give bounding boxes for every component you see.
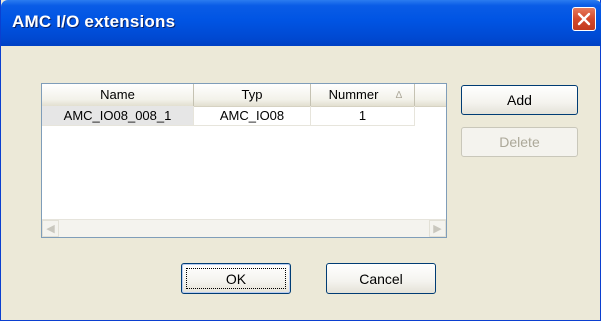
close-x-icon	[577, 12, 591, 26]
table-row[interactable]: AMC_IO08_008_1 AMC_IO08 1	[42, 106, 446, 126]
cell-typ[interactable]: AMC_IO08	[194, 106, 311, 126]
cell-name[interactable]: AMC_IO08_008_1	[42, 106, 194, 126]
dialog-window: AMC I/O extensions Name Typ Nummer ∆ AMC…	[0, 0, 601, 321]
column-header-nummer[interactable]: Nummer ∆	[311, 84, 415, 106]
scroll-left-button[interactable]: ◀	[42, 220, 59, 237]
column-header-filler	[415, 84, 446, 106]
sort-ascending-icon: ∆	[395, 90, 402, 101]
add-button-label: Add	[507, 92, 532, 108]
column-header-label: Nummer	[328, 87, 379, 102]
cancel-button-label: Cancel	[359, 270, 403, 287]
column-header-typ[interactable]: Typ	[194, 84, 311, 106]
list-header: Name Typ Nummer ∆	[42, 84, 446, 107]
title-bar[interactable]: AMC I/O extensions	[1, 0, 601, 46]
ok-button[interactable]: OK	[181, 263, 291, 294]
horizontal-scrollbar[interactable]: ◀ ▶	[42, 219, 446, 237]
delete-button[interactable]: Delete	[461, 127, 578, 157]
arrow-left-icon: ◀	[46, 222, 55, 235]
column-header-name[interactable]: Name	[42, 84, 194, 106]
add-button[interactable]: Add	[461, 85, 578, 115]
column-header-label: Typ	[241, 87, 263, 102]
cell-nummer[interactable]: 1	[311, 106, 415, 126]
column-header-label: Name	[100, 87, 135, 102]
focus-rectangle	[186, 268, 286, 289]
dialog-client-area: Name Typ Nummer ∆ AMC_IO08_008_1 AMC_IO0…	[4, 46, 598, 318]
cancel-button[interactable]: Cancel	[326, 263, 436, 294]
close-button[interactable]	[572, 7, 596, 31]
arrow-right-icon: ▶	[433, 222, 442, 235]
scroll-right-button[interactable]: ▶	[429, 220, 446, 237]
io-extensions-list[interactable]: Name Typ Nummer ∆ AMC_IO08_008_1 AMC_IO0…	[41, 83, 447, 238]
window-title: AMC I/O extensions	[12, 12, 176, 31]
delete-button-label: Delete	[499, 134, 540, 150]
